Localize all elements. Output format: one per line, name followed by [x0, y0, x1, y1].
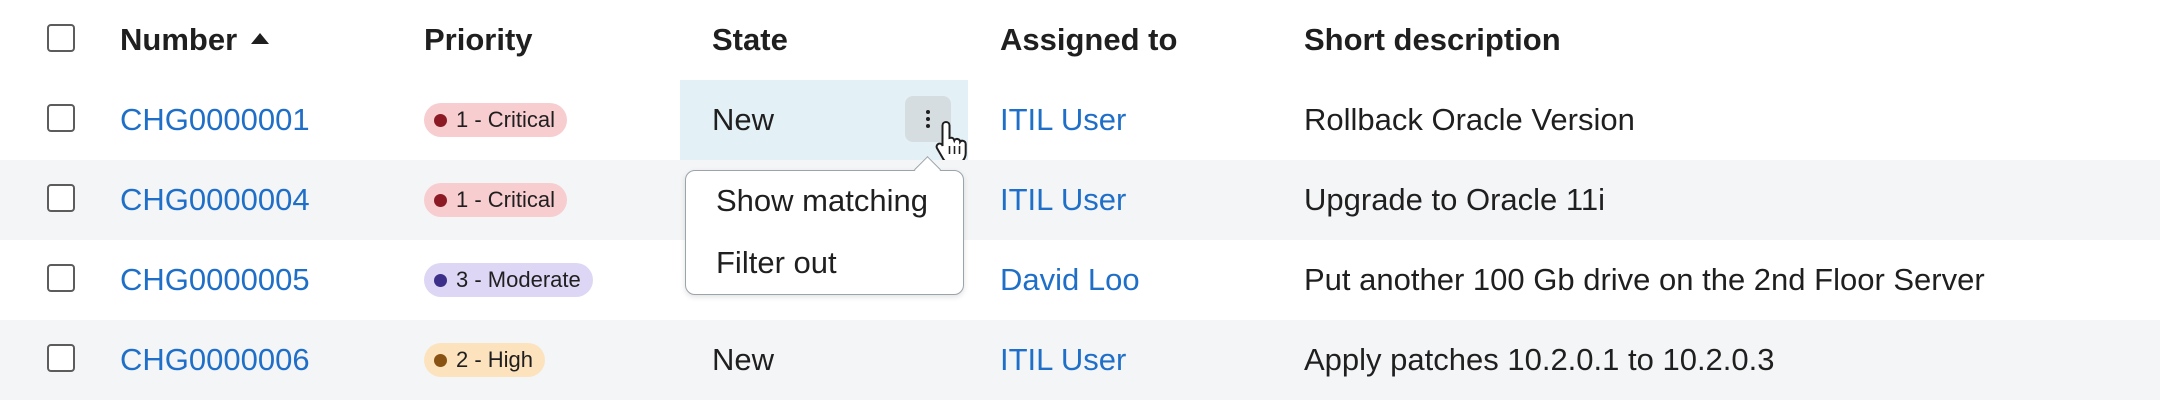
table-row: CHG0000006 2 - High New ITIL User Apply …	[0, 320, 2160, 400]
row-checkbox[interactable]	[47, 184, 75, 212]
more-vertical-icon	[926, 110, 930, 128]
row-assigned-to-link[interactable]: David Loo	[1000, 240, 1140, 320]
priority-badge-label: 3 - Moderate	[456, 267, 581, 292]
sort-ascending-icon	[251, 32, 270, 44]
row-number-link[interactable]: CHG0000005	[120, 240, 310, 320]
priority-badge-label: 1 - Critical	[456, 187, 556, 212]
row-checkbox[interactable]	[47, 344, 75, 372]
row-short-description: Upgrade to Oracle 11i	[1304, 182, 1605, 217]
priority-badge: 2 - High	[424, 343, 546, 377]
column-header-number[interactable]: Number	[120, 0, 270, 80]
table-row: CHG0000004 1 - Critical ITIL User Upgrad…	[0, 160, 2160, 240]
row-short-description: Rollback Oracle Version	[1304, 102, 1635, 137]
menu-item-filter-out[interactable]: Filter out	[716, 245, 837, 281]
row-state: New	[712, 342, 775, 377]
priority-badge-label: 1 - Critical	[456, 107, 556, 132]
row-priority: 3 - Moderate	[424, 240, 593, 320]
row-short-description: Put another 100 Gb drive on the 2nd Floo…	[1304, 262, 1985, 297]
column-header-state[interactable]: State	[712, 0, 788, 80]
change-list-table: Number Priority State Assigned to Short …	[0, 0, 2160, 400]
priority-dot-icon	[434, 193, 447, 207]
row-assigned-to-link[interactable]: ITIL User	[1000, 80, 1126, 160]
priority-badge-label: 2 - High	[456, 347, 534, 372]
row-number-link[interactable]: CHG0000006	[120, 320, 310, 400]
priority-dot-icon	[434, 273, 447, 287]
table-row: CHG0000005 3 - Moderate David Loo Put an…	[0, 240, 2160, 320]
priority-badge: 1 - Critical	[424, 103, 568, 137]
column-header-short-description[interactable]: Short description	[1304, 0, 1561, 80]
row-priority: 2 - High	[424, 320, 546, 400]
priority-dot-icon	[434, 113, 447, 127]
row-priority: 1 - Critical	[424, 80, 568, 160]
column-header-priority[interactable]: Priority	[424, 0, 533, 80]
priority-dot-icon	[434, 353, 447, 367]
select-all-checkbox[interactable]	[47, 24, 75, 52]
cell-context-menu: Show matching Filter out	[685, 170, 964, 295]
table-header-row: Number Priority State Assigned to Short …	[0, 0, 2160, 80]
row-short-description: Apply patches 10.2.0.1 to 10.2.0.3	[1304, 342, 1775, 377]
row-number-link[interactable]: CHG0000001	[120, 80, 310, 160]
priority-badge: 1 - Critical	[424, 183, 568, 217]
row-state: New	[712, 102, 775, 137]
row-priority: 1 - Critical	[424, 160, 568, 240]
priority-badge: 3 - Moderate	[424, 263, 593, 297]
row-assigned-to-link[interactable]: ITIL User	[1000, 320, 1126, 400]
row-checkbox[interactable]	[47, 264, 75, 292]
menu-item-show-matching[interactable]: Show matching	[716, 183, 928, 219]
table-row: CHG0000001 1 - Critical New ITIL User Ro…	[0, 80, 2160, 165]
column-header-assigned-to[interactable]: Assigned to	[1000, 0, 1177, 80]
row-checkbox[interactable]	[47, 104, 75, 132]
row-assigned-to-link[interactable]: ITIL User	[1000, 160, 1126, 240]
row-number-link[interactable]: CHG0000004	[120, 160, 310, 240]
column-header-number-label: Number	[120, 22, 238, 57]
